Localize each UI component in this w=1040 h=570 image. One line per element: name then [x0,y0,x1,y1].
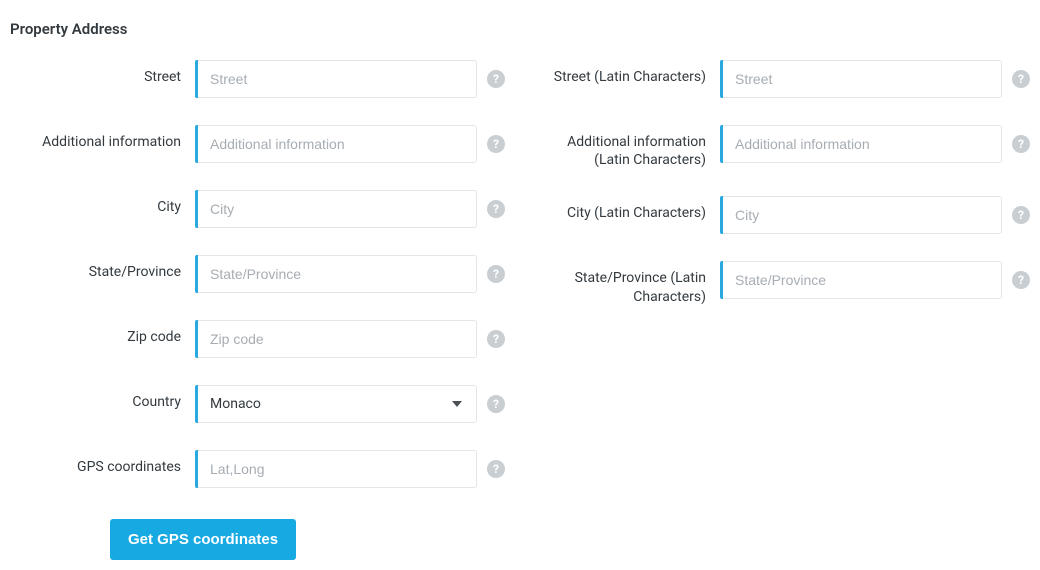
get-gps-button[interactable]: Get GPS coordinates [110,519,296,560]
gps-input[interactable] [195,450,477,488]
label-additional-info-latin: Additional information (Latin Characters… [535,125,720,169]
zip-input[interactable] [195,320,477,358]
accent-bar [195,255,198,293]
address-columns: Street ? Additional information ? City [10,60,1030,560]
street-latin-input[interactable] [720,60,1002,98]
help-icon[interactable]: ? [1012,206,1030,224]
accent-bar [195,385,198,423]
accent-bar [195,190,198,228]
label-city-latin: City (Latin Characters) [535,196,720,222]
help-icon[interactable]: ? [487,460,505,478]
accent-bar [720,125,723,163]
city-input[interactable] [195,190,477,228]
accent-bar [720,261,723,299]
address-left-column: Street ? Additional information ? City [10,60,505,560]
row-additional-info: Additional information ? [10,125,505,163]
accent-bar [195,60,198,98]
row-zip: Zip code ? [10,320,505,358]
label-additional-info: Additional information [10,125,195,151]
row-additional-info-latin: Additional information (Latin Characters… [535,125,1030,169]
help-icon[interactable]: ? [487,265,505,283]
help-icon[interactable]: ? [487,330,505,348]
help-icon[interactable]: ? [487,135,505,153]
help-icon[interactable]: ? [487,200,505,218]
section-title: Property Address [10,20,1030,38]
state-latin-input[interactable] [720,261,1002,299]
chevron-down-icon [452,401,462,407]
label-country: Country [10,385,195,411]
row-state-latin: State/Province (Latin Characters) ? [535,261,1030,305]
city-latin-input[interactable] [720,196,1002,234]
row-gps: GPS coordinates ? [10,450,505,488]
label-zip: Zip code [10,320,195,346]
help-icon[interactable]: ? [1012,135,1030,153]
address-right-column: Street (Latin Characters) ? Additional i… [535,60,1030,560]
accent-bar [720,60,723,98]
additional-info-latin-input[interactable] [720,125,1002,163]
state-input[interactable] [195,255,477,293]
accent-bar [195,125,198,163]
additional-info-input[interactable] [195,125,477,163]
help-icon[interactable]: ? [1012,271,1030,289]
help-icon[interactable]: ? [1012,70,1030,88]
row-street-latin: Street (Latin Characters) ? [535,60,1030,98]
row-state: State/Province ? [10,255,505,293]
label-street-latin: Street (Latin Characters) [535,60,720,86]
street-input[interactable] [195,60,477,98]
row-country: Country Monaco ? [10,385,505,423]
accent-bar [195,450,198,488]
accent-bar [195,320,198,358]
accent-bar [720,196,723,234]
country-select[interactable]: Monaco [195,385,477,423]
label-street: Street [10,60,195,86]
row-city-latin: City (Latin Characters) ? [535,196,1030,234]
label-gps: GPS coordinates [10,450,195,476]
row-city: City ? [10,190,505,228]
country-selected-value: Monaco [210,396,261,412]
label-state-latin: State/Province (Latin Characters) [535,261,720,305]
label-city: City [10,190,195,216]
label-state: State/Province [10,255,195,281]
row-street: Street ? [10,60,505,98]
help-icon[interactable]: ? [487,395,505,413]
help-icon[interactable]: ? [487,70,505,88]
